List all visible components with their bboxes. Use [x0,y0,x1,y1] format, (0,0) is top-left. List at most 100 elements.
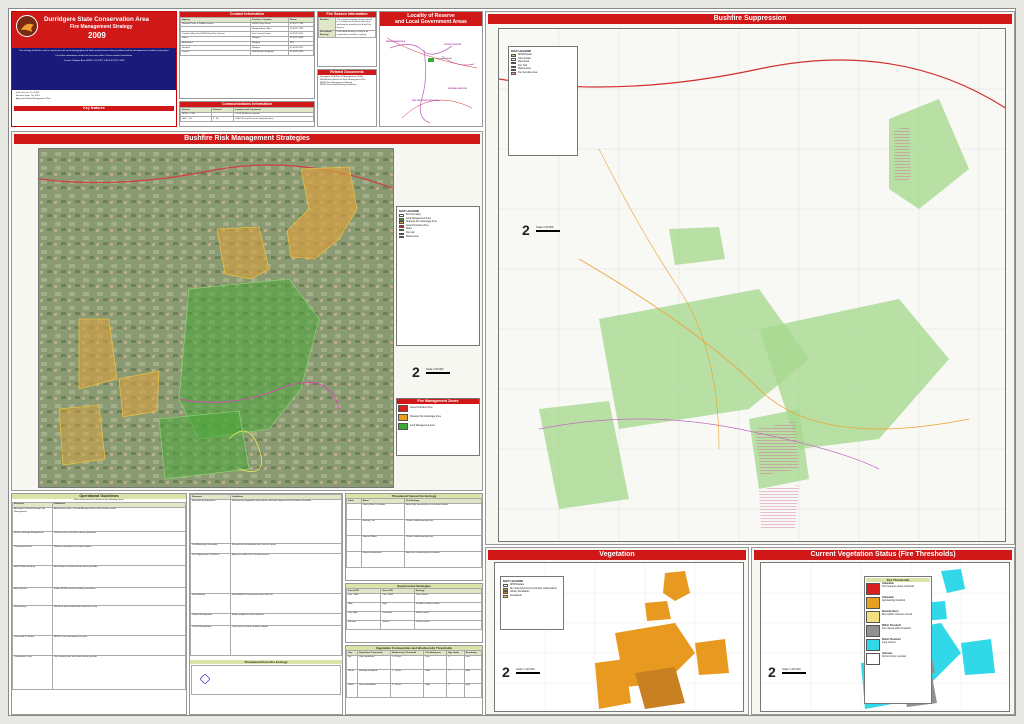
title-banner: Durridgere State Conservation Area Fire … [12,12,176,48]
lga-label: WARRUMBUNGLE [386,41,406,43]
guidelines-panel: Operational Guidelines Brief all personn… [11,493,187,715]
locality-panel: Locality of Reserve and Local Government… [379,11,483,127]
npws-logo [16,15,38,37]
risk-map[interactable] [38,148,394,488]
lga-label: UPPER HUNTER [444,44,462,46]
vegetation-north-arrow: 2 [502,664,510,680]
locality-map: WARRUMBUNGLE UPPER HUNTER Durridgere SCA… [382,28,480,124]
legend-item: Vulnerable Approaching threshold. [866,597,930,609]
table-row: Bushfire The statutory bushfire danger pe… [318,17,376,31]
table-row: Council Mid-Western Regional 02 6378 2850 [180,49,314,56]
table-row: Grass Grassy woodland 5 - 40 yrs High 5 High [346,682,482,698]
table-row: Dry Open woodland 5 - 30 yrs Low 5 Low [346,654,482,670]
table-row: Backburning Backburn from established con… [12,604,186,636]
legend-item: Within Threshold Fire interval within thr… [866,625,930,637]
guidelines-col2-table: Resource Guidelines Earthmoving Equipment… [190,494,342,656]
table-row: Aboriginal Cultural Heritage Site Manage… [12,506,186,532]
table-row: Historic Heritage Management Protect hist… [12,530,186,546]
table-row: Earthmoving Equipment Earthmoving equipme… [190,498,342,544]
reserve-marker [428,58,434,62]
suppression-strategies-table: Forest FDI Grass FDI Strategy Low - Mod Low… [346,588,482,630]
flora-box [191,664,341,695]
comms-panel: Communications Information Service Chann… [179,101,315,127]
vegetation-legend: MAP LEGEND NPWS Estate Dry Sclerophyll F… [500,576,564,630]
veg-thresholds-panel: Vegetation Communities and Biodiversity … [345,645,483,715]
legend-item: Recently Burnt Burnt within minimum inter… [866,611,930,623]
contact-table: Agency Position / Location Phone Nationa… [180,17,314,56]
lga-label: MID-WESTERN REGIONAL [412,100,440,102]
legend-item: Unknown No fire history recorded. [866,653,930,665]
table-row: Low - Mod Low - Mod Direct attack [346,592,482,603]
risk-map-legend: MAP LEGEND SCA boundary Land Management … [396,206,480,346]
intro-contact: Contact: Mudgee Area NPWS T:02 6372 7199… [63,59,125,62]
table-row: High High Parallel or indirect attack [346,601,482,612]
diamond-icon [199,673,211,685]
table-row: Shrub Shrubby woodland 7 - 30 yrs Mod 7 Mod [346,668,482,684]
risk-strategies-header: Bushfire Risk Management Strategies [14,134,480,144]
fauna-table: Label Name Fire Ecology Glossy Black-Cocka… [346,498,482,568]
related-doc: NPWS Prescribed Burning Guidelines [320,84,357,87]
thresholds-header: Current Vegetation Status (Fire Threshol… [754,550,1012,560]
table-row: Rehabilitation Rehabilitate all containme… [190,592,342,614]
thresholds-scale: Scale 1:110 000 [782,668,806,674]
guidelines-table: Resource Guidelines Aboriginal Cultural H… [12,501,186,690]
table-row: Prescribed Burning Prescribed burning is … [318,29,376,39]
guidelines-col2-panel: Resource Guidelines Earthmoving Equipment… [189,493,343,715]
risk-north-arrow: 2 [412,364,420,380]
suppression-header: Bushfire Suppression [488,14,1012,24]
strategy-title: Fire Management Strategy [70,24,133,30]
table-row: Aerial Water Bombing Avoid drops on water… [12,564,186,588]
table-row: UHF - CB 5 - 40 UHF CB used for local comm… [180,116,314,123]
table-row: Fire Suppression Chemicals Avoid use with… [190,552,342,594]
table-row: Regent Honeyeater Avoid fire in flowering… [346,550,482,568]
table-row: Very High Very High Indirect attack [346,610,482,621]
fire-season-panel: Fire Season Information Bushfire The stat… [317,11,377,67]
table-row: Glossy Black-Cockatoo Avoid high intensit… [346,502,482,520]
locality-header: Locality of Reserve and Local Government… [380,12,482,26]
intro-p1: This strategy should be used in conjunct… [18,50,170,52]
thresholds-north-arrow: 2 [768,664,776,680]
fauna-panel: Threatened Fauna Fire Ecology Label Name F… [345,493,483,581]
table-row: Extreme Severe Protect assets [346,619,482,630]
legend-item: Fire Sensitive Area [511,72,575,76]
approved-under: Approved Under Management Plan: [16,97,51,100]
related-docs-panel: Related Documents Durridgere SCA Plan of… [317,69,377,127]
legend-item: Vulnerable Fire frequency above threshold… [866,583,930,595]
intro-text: This strategy should be used in conjunct… [12,48,176,90]
suppression-strategies-panel: Suppression Strategies Forest FDI Grass F… [345,583,483,643]
zone-item: Asset Protection Zone [397,404,479,413]
table-row: Command & Control NPWS is the lead agency… [12,634,186,656]
suppression-legend: MAP LEGEND NPWS Estate Other Estate Main… [508,46,578,156]
year-title: 2009 [88,31,106,40]
vegetation-header: Vegetation [488,550,746,560]
contact-panel: Contact Information Agency Position / Lo… [179,11,315,99]
risk-scale: Scale 1:50 000 [426,368,450,374]
suppression-panel: Bushfire Suppression MAP LEGEND NPWS Est… [485,11,1015,545]
table-row: Aerial Ignition Follow NPWS aerial incend… [12,586,186,606]
lga-label: MUSWELLBROOK [448,88,468,90]
vegetation-panel: Vegetation MAP LEGEND NPWS Estate Dry Sc… [485,547,749,715]
reserve-label: Durridgere SCA [436,58,452,60]
suppression-scale: Scale 1:50 000 [536,226,560,232]
map-sheet: Durridgere State Conservation Area Fire … [8,8,1016,716]
title-panel: Durridgere State Conservation Area Fire … [11,11,177,127]
zone-item: Strategic Fire Advantage Zone [397,413,479,422]
veg-thresholds-table: Veg. Vegetation Community Biodiversity Thr… [346,650,482,698]
intro-p2: For further information contact the loca… [55,54,133,57]
thresholds-panel: Current Vegetation Status (Fire Threshol… [751,547,1015,715]
legend-item: Grasslands [503,595,561,599]
issue-fields: Date of Issue: Oct 2009 Revision Date: O… [12,90,176,102]
fire-season-header: Fire Season Information [318,12,376,17]
fire-zones-box: Fire Management Zones Asset Protection Z… [396,398,480,456]
suppression-north-arrow: 2 [522,222,530,238]
legend-item: Below Threshold Long unburnt. [866,639,930,651]
table-row: Containment Lines Use existing trails and… [12,654,186,690]
table-row: Smoke Management Notify neighbours and au… [190,612,342,626]
risk-strategies-panel: Bushfire Risk Management Strategies MAP … [11,131,483,491]
legend-item: Watercourse [399,236,477,240]
comms-table: Service Channel Location and Comments NP… [180,107,314,123]
table-row: Barking Owl Protect hollow-bearing trees. [346,518,482,536]
table-row: Threatened Fauna Minimise disturbance to … [12,544,186,566]
table-row: Visitor Management Close park to visitors… [190,624,342,656]
table-row: Squirrel Glider Protect hollow-bearing tr… [346,534,482,552]
